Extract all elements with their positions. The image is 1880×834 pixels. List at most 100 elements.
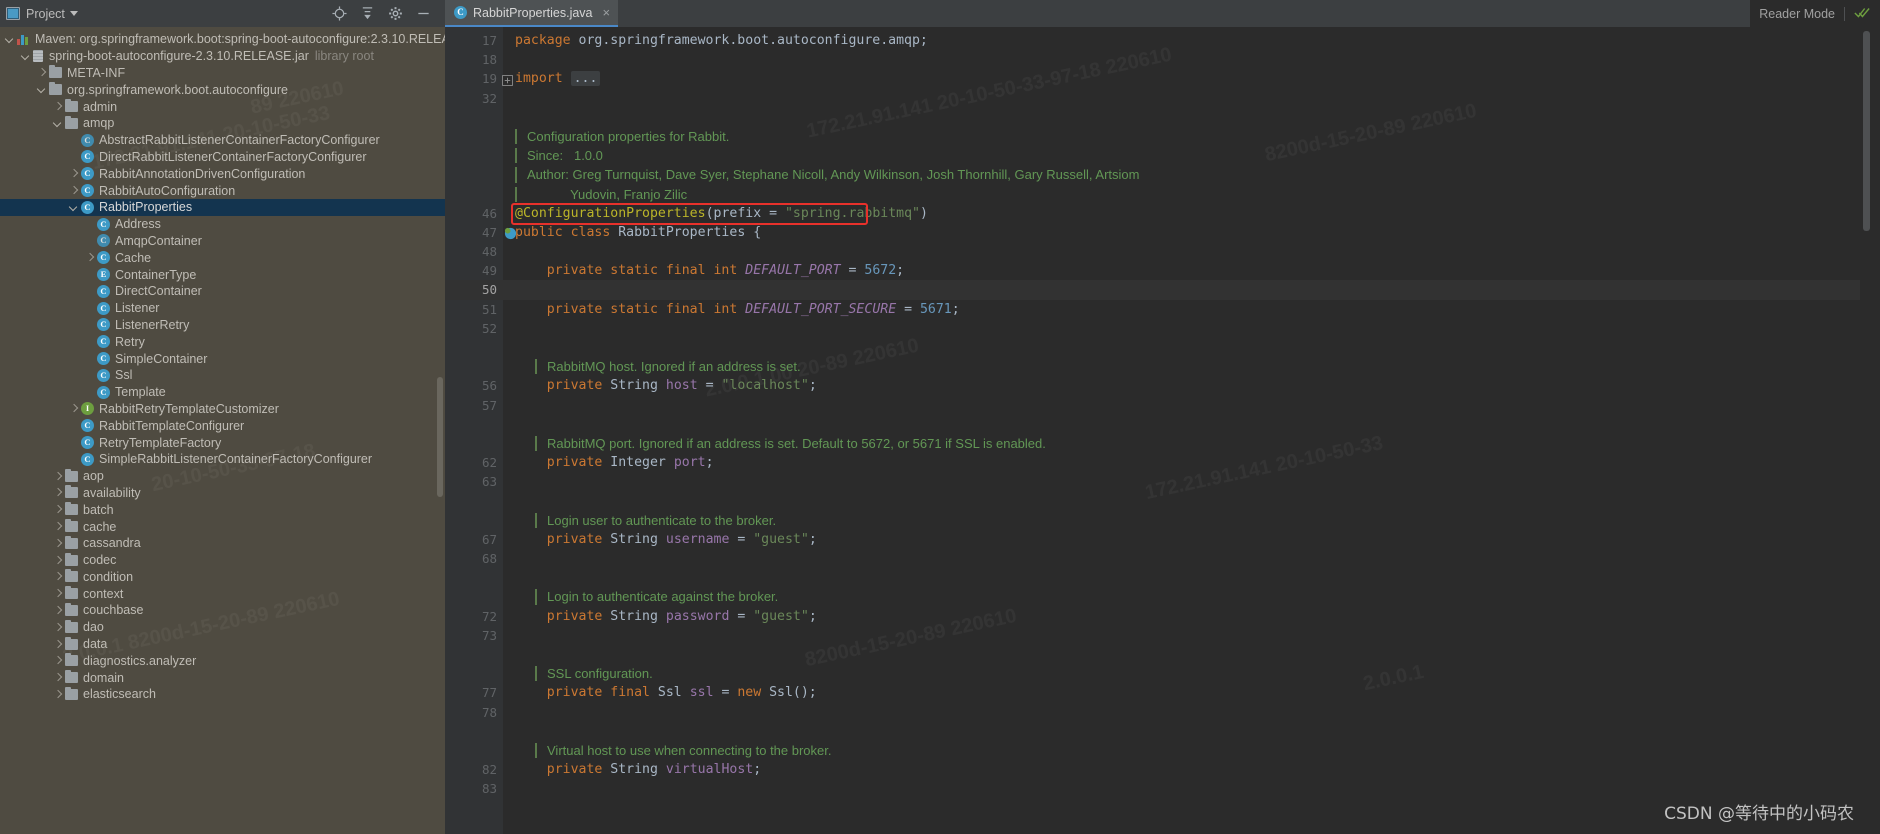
- code-line[interactable]: [503, 108, 1872, 127]
- editor-scrollbar-thumb[interactable]: [1863, 31, 1870, 231]
- code-line[interactable]: private Integer port;: [503, 453, 1872, 472]
- locate-icon[interactable]: [332, 6, 347, 21]
- tree-item-directrabbitlistenercontainerfactoryconfigurer[interactable]: C DirectRabbitListenerContainerFactoryCon…: [0, 149, 445, 166]
- tree-item-amqp[interactable]: amqp: [0, 115, 445, 132]
- tree-item-spring-boot-autoconfigure-2-3-10-release-jar[interactable]: spring-boot-autoconfigure-2.3.10.RELEASE…: [0, 48, 445, 65]
- tree-item-availability[interactable]: availability: [0, 485, 445, 502]
- chevron-right-icon[interactable]: [52, 504, 63, 515]
- tree-item-org-springframework-boot-autoconfigure[interactable]: org.springframework.boot.autoconfigure: [0, 81, 445, 98]
- chevron-right-icon[interactable]: [52, 622, 63, 633]
- code-line[interactable]: private String virtualHost;: [503, 760, 1872, 779]
- code-line[interactable]: [503, 549, 1872, 568]
- chevron-right-icon[interactable]: [52, 571, 63, 582]
- close-icon[interactable]: ×: [603, 6, 611, 19]
- chevron-down-icon[interactable]: [68, 202, 79, 213]
- tree-item-simplerabbitlistenercontainerfactoryconfigurer[interactable]: C SimpleRabbitListenerContainerFactoryCon…: [0, 451, 445, 468]
- code-line[interactable]: [503, 568, 1872, 587]
- editor-scrollbar[interactable]: [1860, 27, 1872, 834]
- chevron-right-icon[interactable]: [68, 185, 79, 196]
- chevron-right-icon[interactable]: [52, 588, 63, 599]
- code-line[interactable]: [503, 415, 1872, 434]
- javadoc-line[interactable]: SSL configuration.: [503, 664, 1872, 683]
- code-line[interactable]: [503, 626, 1872, 645]
- chevron-right-icon[interactable]: [52, 487, 63, 498]
- code-line[interactable]: [503, 703, 1872, 722]
- javadoc-line[interactable]: Since: 1.0.0: [503, 146, 1872, 165]
- tree-item-rabbitproperties[interactable]: C RabbitProperties: [0, 198, 445, 216]
- code-line[interactable]: private final Ssl ssl = new Ssl();: [503, 683, 1872, 702]
- code-line[interactable]: [503, 338, 1872, 357]
- project-tree[interactable]: 172.21.91.141 20-10-50-33 89 220610 2.0.…: [0, 27, 445, 834]
- code-editor[interactable]: 17 18 19 32 46 47 48 49 50 51 52 56 57 62 63 67 68 72 73 77…: [445, 27, 1872, 834]
- chevron-down-icon[interactable]: [69, 11, 78, 16]
- tree-item-batch[interactable]: batch: [0, 501, 445, 518]
- chevron-right-icon[interactable]: [52, 521, 63, 532]
- tree-item-aop[interactable]: aop: [0, 468, 445, 485]
- code-line[interactable]: private String username = "guest";: [503, 530, 1872, 549]
- tree-item-containertype[interactable]: E ContainerType: [0, 266, 445, 283]
- tree-item-meta-inf[interactable]: META-INF: [0, 65, 445, 82]
- collapse-all-icon[interactable]: [360, 6, 375, 21]
- code-line[interactable]: package org.springframework.boot.autocon…: [503, 31, 1872, 50]
- code-line[interactable]: private static final int DEFAULT_PORT = …: [503, 261, 1872, 280]
- tree-item-template[interactable]: C Template: [0, 384, 445, 401]
- code-line[interactable]: private String password = "guest";: [503, 607, 1872, 626]
- code-line[interactable]: [503, 779, 1872, 798]
- chevron-right-icon[interactable]: [52, 689, 63, 700]
- tree-item-ssl[interactable]: C Ssl: [0, 367, 445, 384]
- chevron-right-icon[interactable]: [84, 252, 95, 263]
- javadoc-line[interactable]: RabbitMQ host. Ignored if an address is …: [503, 357, 1872, 376]
- tree-item-cache[interactable]: cache: [0, 518, 445, 535]
- tab-rabbitproperties-java[interactable]: C RabbitProperties.java ×: [445, 0, 619, 27]
- tree-item-domain[interactable]: domain: [0, 669, 445, 686]
- tree-item-listenerretry[interactable]: C ListenerRetry: [0, 317, 445, 334]
- tree-item-maven-org-springframework-boot-spring-boot-autoconfigure-2-3-10-release[interactable]: Maven: org.springframework.boot:spring-b…: [0, 31, 445, 48]
- tree-item-retry[interactable]: C Retry: [0, 333, 445, 350]
- chevron-right-icon[interactable]: [52, 605, 63, 616]
- tree-item-listener[interactable]: C Listener: [0, 300, 445, 317]
- tree-item-elasticsearch[interactable]: elasticsearch: [0, 686, 445, 703]
- tree-item-simplecontainer[interactable]: C SimpleContainer: [0, 350, 445, 367]
- chevron-right-icon[interactable]: [52, 555, 63, 566]
- double-check-icon[interactable]: [1854, 6, 1870, 22]
- javadoc-line[interactable]: Author: Greg Turnquist, Dave Syer, Steph…: [503, 165, 1872, 184]
- code-line[interactable]: [503, 50, 1872, 69]
- javadoc-line[interactable]: RabbitMQ port. Ignored if an address is …: [503, 434, 1872, 453]
- tree-item-admin[interactable]: admin: [0, 98, 445, 115]
- minimize-icon[interactable]: [416, 6, 431, 21]
- gear-icon[interactable]: [388, 6, 403, 21]
- javadoc-line[interactable]: Virtual host to use when connecting to t…: [503, 741, 1872, 760]
- tree-item-address[interactable]: C Address: [0, 216, 445, 233]
- chevron-right-icon[interactable]: [52, 538, 63, 549]
- javadoc-line[interactable]: Login to authenticate against the broker…: [503, 587, 1872, 606]
- tree-item-rabbitretrytemplatecustomizer[interactable]: I RabbitRetryTemplateCustomizer: [0, 401, 445, 418]
- tree-item-dao[interactable]: dao: [0, 619, 445, 636]
- code-line[interactable]: [503, 492, 1872, 511]
- tree-item-condition[interactable]: condition: [0, 569, 445, 586]
- code-line[interactable]: [503, 280, 1872, 300]
- tree-item-cassandra[interactable]: cassandra: [0, 535, 445, 552]
- code-line[interactable]: [503, 89, 1872, 108]
- code-content[interactable]: 172.21.91.141 20-10-50-33-97-18 220610 8…: [503, 27, 1872, 834]
- chevron-down-icon[interactable]: [36, 84, 47, 95]
- code-line[interactable]: [503, 242, 1872, 261]
- javadoc-line[interactable]: Yudovin, Franjo Zilic: [503, 185, 1872, 204]
- editor-gutter[interactable]: 17 18 19 32 46 47 48 49 50 51 52 56 57 62 63 67 68 72 73 77…: [445, 27, 517, 834]
- chevron-right-icon[interactable]: [52, 471, 63, 482]
- tree-item-rabbitautoconfiguration[interactable]: C RabbitAutoConfiguration: [0, 182, 445, 199]
- chevron-down-icon[interactable]: [4, 34, 15, 45]
- code-line[interactable]: private static final int DEFAULT_PORT_SE…: [503, 300, 1872, 319]
- tree-item-cache[interactable]: C Cache: [0, 249, 445, 266]
- tree-item-context[interactable]: context: [0, 585, 445, 602]
- chevron-right-icon[interactable]: [36, 67, 47, 78]
- javadoc-line[interactable]: Login user to authenticate to the broker…: [503, 511, 1872, 530]
- javadoc-line[interactable]: Configuration properties for Rabbit.: [503, 127, 1872, 146]
- code-line[interactable]: [503, 319, 1872, 338]
- chevron-right-icon[interactable]: [52, 639, 63, 650]
- chevron-right-icon[interactable]: [52, 672, 63, 683]
- code-line[interactable]: import ...: [503, 69, 1872, 88]
- chevron-right-icon[interactable]: [68, 403, 79, 414]
- chevron-right-icon[interactable]: [52, 655, 63, 666]
- tree-item-codec[interactable]: codec: [0, 552, 445, 569]
- tree-item-couchbase[interactable]: couchbase: [0, 602, 445, 619]
